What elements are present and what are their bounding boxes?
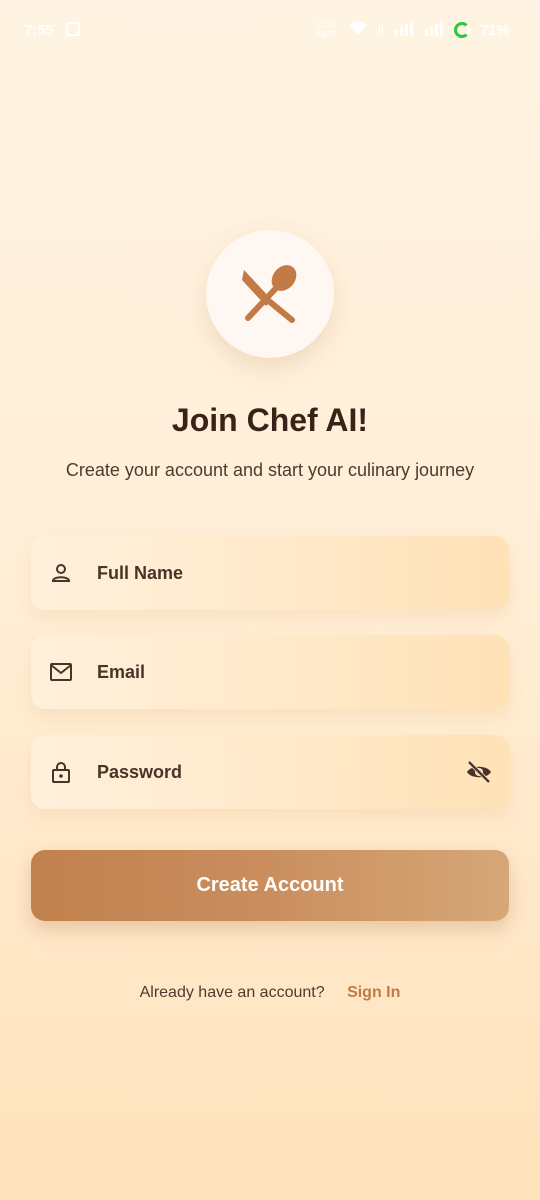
app-logo	[206, 230, 334, 358]
full-name-placeholder: Full Name	[97, 563, 184, 583]
battery-icon	[453, 22, 470, 38]
status-icons: 0.00 KB/S ll 71%	[314, 20, 510, 40]
mail-icon	[50, 663, 72, 681]
password-field[interactable]: Password	[31, 735, 509, 809]
network-speed: 0.00 KB/S	[315, 20, 337, 39]
email-field[interactable]: Email	[31, 635, 509, 709]
page-title: Join Chef AI!	[171, 402, 369, 438]
full-name-field[interactable]: Full Name	[31, 536, 509, 610]
create-account-button[interactable]: Create Account	[31, 850, 509, 921]
signin-link[interactable]: Sign In	[347, 984, 400, 1001]
signal-icon-2	[424, 20, 444, 40]
battery-percent: 71%	[479, 21, 510, 39]
signal-icon-1	[394, 20, 414, 40]
signin-row: Already have an account? Sign In	[0, 984, 540, 1002]
utensils-icon	[242, 265, 297, 323]
wifi-icon	[348, 20, 368, 40]
signin-prompt: Already have an account?	[139, 984, 325, 1001]
person-icon	[51, 564, 71, 582]
status-time: 7:55	[24, 22, 55, 39]
email-placeholder: Email	[97, 662, 146, 682]
status-bar: 7:55 0.00 KB/S ll 71%	[0, 0, 540, 60]
password-placeholder: Password	[97, 762, 183, 782]
calendar-icon	[66, 22, 80, 36]
visibility-off-icon[interactable]	[465, 759, 493, 785]
volte-icon: ll	[377, 24, 384, 36]
lock-icon	[52, 762, 70, 783]
page-subtitle: Create your account and start your culin…	[65, 460, 475, 480]
